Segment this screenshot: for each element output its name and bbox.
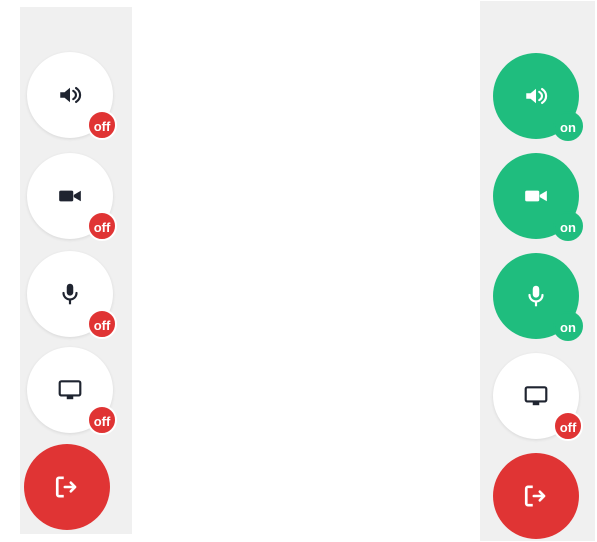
microphone-toggle-button[interactable]: on	[493, 253, 583, 341]
status-badge: on	[553, 311, 583, 341]
status-badge: off	[553, 411, 583, 441]
control-panel-right: on on on off	[480, 1, 595, 541]
screen-share-toggle-button[interactable]: off	[27, 347, 117, 435]
status-badge: off	[87, 110, 117, 140]
speaker-icon	[523, 83, 549, 109]
status-badge: on	[553, 211, 583, 241]
camera-toggle-button[interactable]: off	[27, 153, 117, 241]
camera-icon	[57, 183, 83, 209]
exit-icon	[54, 474, 80, 500]
leave-call-button[interactable]	[493, 453, 579, 539]
status-badge: on	[553, 111, 583, 141]
control-panel-left: off off off off	[20, 7, 132, 534]
status-badge: off	[87, 309, 117, 339]
camera-icon	[523, 183, 549, 209]
screen-share-icon	[57, 377, 83, 403]
camera-toggle-button[interactable]: on	[493, 153, 583, 241]
exit-icon	[523, 483, 549, 509]
speaker-toggle-button[interactable]: on	[493, 53, 583, 141]
leave-call-button[interactable]	[24, 444, 110, 530]
microphone-icon	[57, 281, 83, 307]
microphone-icon	[523, 283, 549, 309]
status-badge: off	[87, 405, 117, 435]
microphone-toggle-button[interactable]: off	[27, 251, 117, 339]
screen-share-icon	[523, 383, 549, 409]
status-badge: off	[87, 211, 117, 241]
screen-share-toggle-button[interactable]: off	[493, 353, 583, 441]
speaker-toggle-button[interactable]: off	[27, 52, 117, 140]
speaker-icon	[57, 82, 83, 108]
